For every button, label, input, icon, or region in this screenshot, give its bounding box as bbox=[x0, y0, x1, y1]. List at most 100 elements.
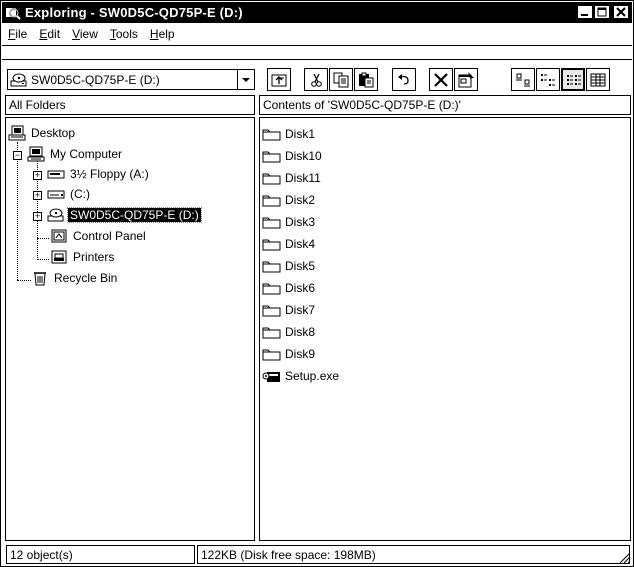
chevron-down-icon bbox=[242, 78, 250, 82]
my-computer-icon bbox=[27, 146, 45, 162]
printers-icon bbox=[51, 250, 67, 264]
setup-exe-icon bbox=[262, 371, 280, 382]
details-view-button[interactable] bbox=[586, 68, 610, 91]
copy-icon bbox=[333, 72, 349, 88]
close-icon bbox=[616, 7, 626, 17]
address-combo[interactable]: SW0D5C-QD75P-E (D:) bbox=[7, 69, 255, 90]
copy-button[interactable] bbox=[329, 68, 353, 91]
folder-icon bbox=[262, 305, 281, 316]
menu-view[interactable]: View bbox=[66, 27, 104, 41]
tree-item-desktop[interactable]: Desktop bbox=[8, 123, 77, 143]
large-icons-view-button[interactable] bbox=[511, 68, 535, 91]
control-panel-icon bbox=[51, 229, 67, 243]
file-label: Disk3 bbox=[285, 214, 316, 229]
tree-item-recycle-bin[interactable]: Recycle Bin bbox=[31, 268, 119, 288]
status-object-count: 12 object(s) bbox=[6, 545, 195, 564]
file-label: Disk6 bbox=[285, 280, 316, 295]
delete-icon bbox=[434, 73, 448, 87]
cut-icon bbox=[311, 73, 322, 87]
tree-label-control-panel: Control Panel bbox=[73, 229, 146, 243]
file-label: Disk4 bbox=[285, 236, 316, 251]
tree-item-printers[interactable]: Printers bbox=[50, 247, 116, 267]
file-label: Disk10 bbox=[285, 148, 322, 163]
menu-help-label: elp bbox=[158, 27, 175, 41]
menu-view-label: iew bbox=[79, 27, 98, 41]
title-bar[interactable]: Exploring - SW0D5C-QD75P-E (D:) bbox=[2, 2, 632, 23]
file-item-setup-exe[interactable]: Setup.exe bbox=[262, 366, 339, 385]
menu-file-label: ile bbox=[15, 27, 28, 41]
expand-d-drive-button[interactable]: + bbox=[33, 212, 42, 221]
file-item-disk7[interactable]: Disk7 bbox=[262, 300, 315, 319]
folder-icon bbox=[262, 261, 281, 272]
tree-line bbox=[17, 142, 18, 280]
file-item-disk5[interactable]: Disk5 bbox=[262, 256, 315, 275]
up-one-level-button[interactable] bbox=[267, 68, 291, 91]
details-view-icon bbox=[590, 73, 606, 87]
file-label: Disk5 bbox=[285, 258, 316, 273]
menu-help-accel: H bbox=[149, 27, 159, 41]
tree-label-c-drive: (C:) bbox=[70, 187, 90, 201]
maximize-icon bbox=[597, 7, 607, 17]
tree-label-floppy: 3½ Floppy (A:) bbox=[70, 167, 149, 181]
tree-line bbox=[37, 259, 49, 260]
file-item-disk6[interactable]: Disk6 bbox=[262, 278, 315, 297]
file-item-disk1[interactable]: Disk1 bbox=[262, 124, 315, 143]
cdrom-drive-icon bbox=[10, 73, 27, 86]
file-item-disk4[interactable]: Disk4 bbox=[262, 234, 315, 253]
tree-item-my-computer[interactable]: My Computer bbox=[27, 144, 124, 164]
maximize-button[interactable] bbox=[594, 5, 610, 19]
desktop-icon bbox=[8, 125, 26, 141]
close-button[interactable] bbox=[613, 5, 629, 19]
menu-file[interactable]: File bbox=[2, 27, 33, 41]
tree-label-desktop: Desktop bbox=[31, 126, 76, 140]
menu-view-accel: V bbox=[72, 27, 80, 41]
cut-button[interactable] bbox=[304, 68, 328, 91]
menu-help[interactable]: Help bbox=[144, 27, 181, 41]
window-controls bbox=[576, 5, 629, 19]
status-disk-space: 122KB (Disk free space: 198MB) bbox=[197, 545, 630, 564]
delete-button[interactable] bbox=[429, 68, 453, 91]
file-label: Disk1 bbox=[285, 126, 316, 141]
undo-button[interactable] bbox=[392, 68, 416, 91]
resize-grip-icon[interactable] bbox=[617, 550, 631, 564]
paste-button[interactable] bbox=[354, 68, 378, 91]
tree-item-c-drive[interactable]: (C:) bbox=[47, 184, 92, 204]
file-item-disk3[interactable]: Disk3 bbox=[262, 212, 315, 231]
tree-line bbox=[17, 280, 31, 281]
collapse-my-computer-button[interactable]: − bbox=[13, 151, 22, 160]
file-label: Disk8 bbox=[285, 324, 316, 339]
tree-item-floppy[interactable]: 3½ Floppy (A:) bbox=[47, 164, 151, 184]
list-view-button[interactable] bbox=[561, 68, 585, 91]
file-item-disk11[interactable]: Disk11 bbox=[262, 168, 321, 187]
expand-c-drive-button[interactable]: + bbox=[33, 191, 42, 200]
all-folders-header: All Folders bbox=[5, 95, 255, 115]
minimize-button[interactable] bbox=[577, 5, 593, 19]
file-item-disk8[interactable]: Disk8 bbox=[262, 322, 315, 341]
tree-label-d-drive: SW0D5C-QD75P-E (D:) bbox=[67, 207, 202, 223]
folder-icon bbox=[262, 129, 281, 140]
file-item-disk10[interactable]: Disk10 bbox=[262, 146, 322, 165]
small-icons-view-button[interactable] bbox=[536, 68, 560, 91]
toolbar-separator bbox=[2, 59, 632, 60]
menu-tools[interactable]: Tools bbox=[104, 27, 144, 41]
expand-floppy-button[interactable]: + bbox=[33, 171, 42, 180]
address-dropdown-button[interactable] bbox=[237, 70, 254, 89]
tree-item-control-panel[interactable]: Control Panel bbox=[50, 226, 148, 246]
tree-item-d-drive[interactable]: SW0D5C-QD75P-E (D:) bbox=[47, 205, 202, 225]
properties-icon bbox=[458, 72, 474, 88]
properties-button[interactable] bbox=[454, 68, 478, 91]
file-label: Disk11 bbox=[285, 170, 321, 185]
hard-drive-icon bbox=[47, 190, 65, 199]
file-item-disk2[interactable]: Disk2 bbox=[262, 190, 315, 209]
folder-icon bbox=[262, 327, 281, 338]
status-bar: 12 object(s) 122KB (Disk free space: 198… bbox=[2, 543, 632, 565]
menu-bar: File Edit View Tools Help bbox=[2, 24, 632, 44]
folder-tree-pane[interactable]: Desktop − My Computer + 3½ Floppy (A:) + bbox=[5, 117, 255, 541]
contents-pane[interactable]: Disk1 Disk10 Disk11 Disk2 Disk3 Disk4 Di… bbox=[259, 117, 631, 541]
floppy-drive-icon bbox=[47, 170, 65, 179]
tree-label-recycle-bin: Recycle Bin bbox=[54, 271, 118, 285]
menu-edit[interactable]: Edit bbox=[33, 27, 66, 41]
file-item-disk9[interactable]: Disk9 bbox=[262, 344, 315, 363]
folder-icon bbox=[262, 195, 281, 206]
folder-icon bbox=[262, 349, 281, 360]
